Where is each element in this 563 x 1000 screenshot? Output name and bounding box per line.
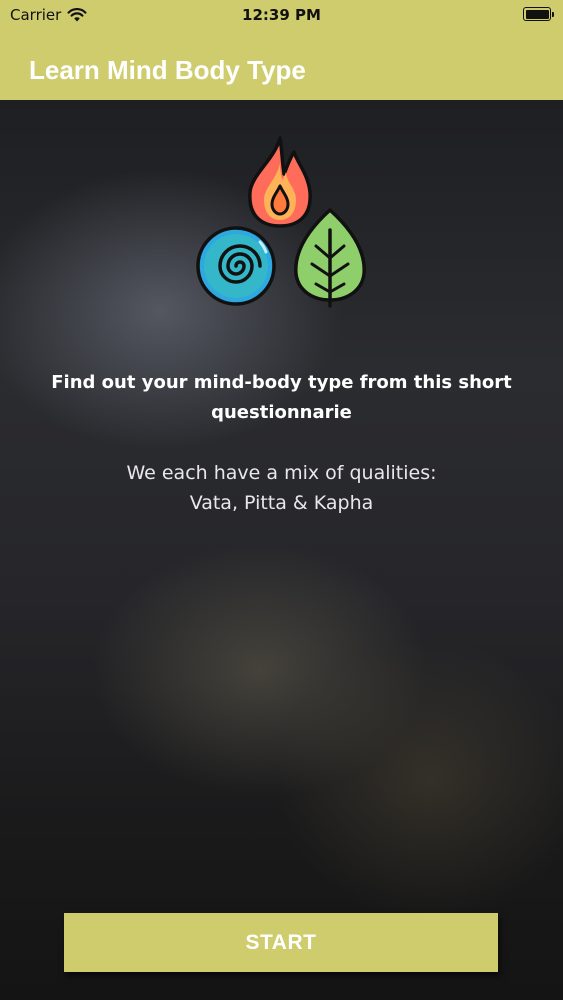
page-title: Learn Mind Body Type — [29, 55, 306, 85]
intro-headline: Find out your mind-body type from this s… — [51, 372, 512, 423]
intro-subtext: We each have a mix of qualities: Vata, P… — [30, 458, 533, 518]
air-spiral-icon — [196, 226, 276, 306]
fire-icon — [248, 136, 312, 228]
app-header: Carrier 12:39 PM Learn Mind Body Type — [0, 0, 563, 100]
leaf-icon — [294, 208, 366, 308]
battery-icon — [523, 7, 554, 21]
dosha-logo — [196, 136, 366, 308]
status-time: 12:39 PM — [242, 6, 321, 24]
status-bar: Carrier 12:39 PM — [0, 0, 563, 32]
intro-subtext-line2: Vata, Pitta & Kapha — [189, 492, 374, 514]
start-button[interactable]: START — [64, 913, 498, 972]
intro-subtext-line1: We each have a mix of qualities: — [126, 462, 437, 484]
